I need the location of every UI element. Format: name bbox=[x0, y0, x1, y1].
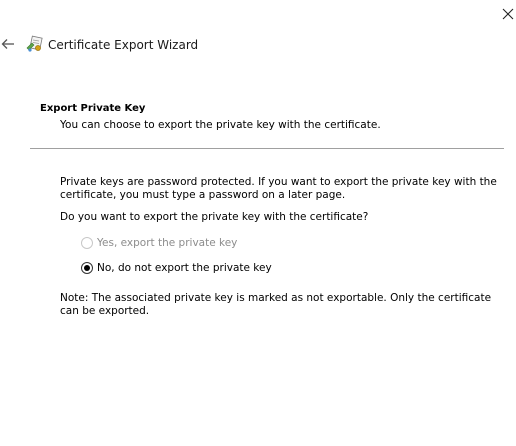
certificate-wizard-icon bbox=[26, 35, 44, 53]
export-question: Do you want to export the private key wi… bbox=[60, 211, 369, 223]
section-header: Export Private Key bbox=[40, 103, 146, 114]
radio-yes-export-key[interactable]: Yes, export the private key bbox=[81, 235, 237, 251]
info-text-line-1: Private keys are password protected. If … bbox=[60, 176, 497, 188]
section-subheader: You can choose to export the private key… bbox=[60, 119, 381, 131]
radio-button-circle[interactable] bbox=[81, 237, 93, 249]
radio-yes-label: Yes, export the private key bbox=[97, 237, 238, 249]
back-arrow-icon bbox=[1, 39, 14, 49]
radio-no-export-key[interactable]: No, do not export the private key bbox=[81, 260, 272, 276]
note-text-line-2: can be exported. bbox=[60, 305, 150, 317]
radio-button-circle[interactable] bbox=[81, 262, 93, 274]
info-text-line-2: certificate, you must type a password on… bbox=[60, 189, 346, 201]
wizard-title: Certificate Export Wizard bbox=[48, 38, 199, 52]
radio-no-label: No, do not export the private key bbox=[97, 262, 272, 274]
close-button[interactable] bbox=[498, 4, 516, 24]
close-icon bbox=[502, 8, 514, 20]
note-text-line-1: Note: The associated private key is mark… bbox=[60, 292, 492, 304]
header-divider bbox=[30, 148, 504, 149]
back-button[interactable] bbox=[0, 36, 16, 52]
